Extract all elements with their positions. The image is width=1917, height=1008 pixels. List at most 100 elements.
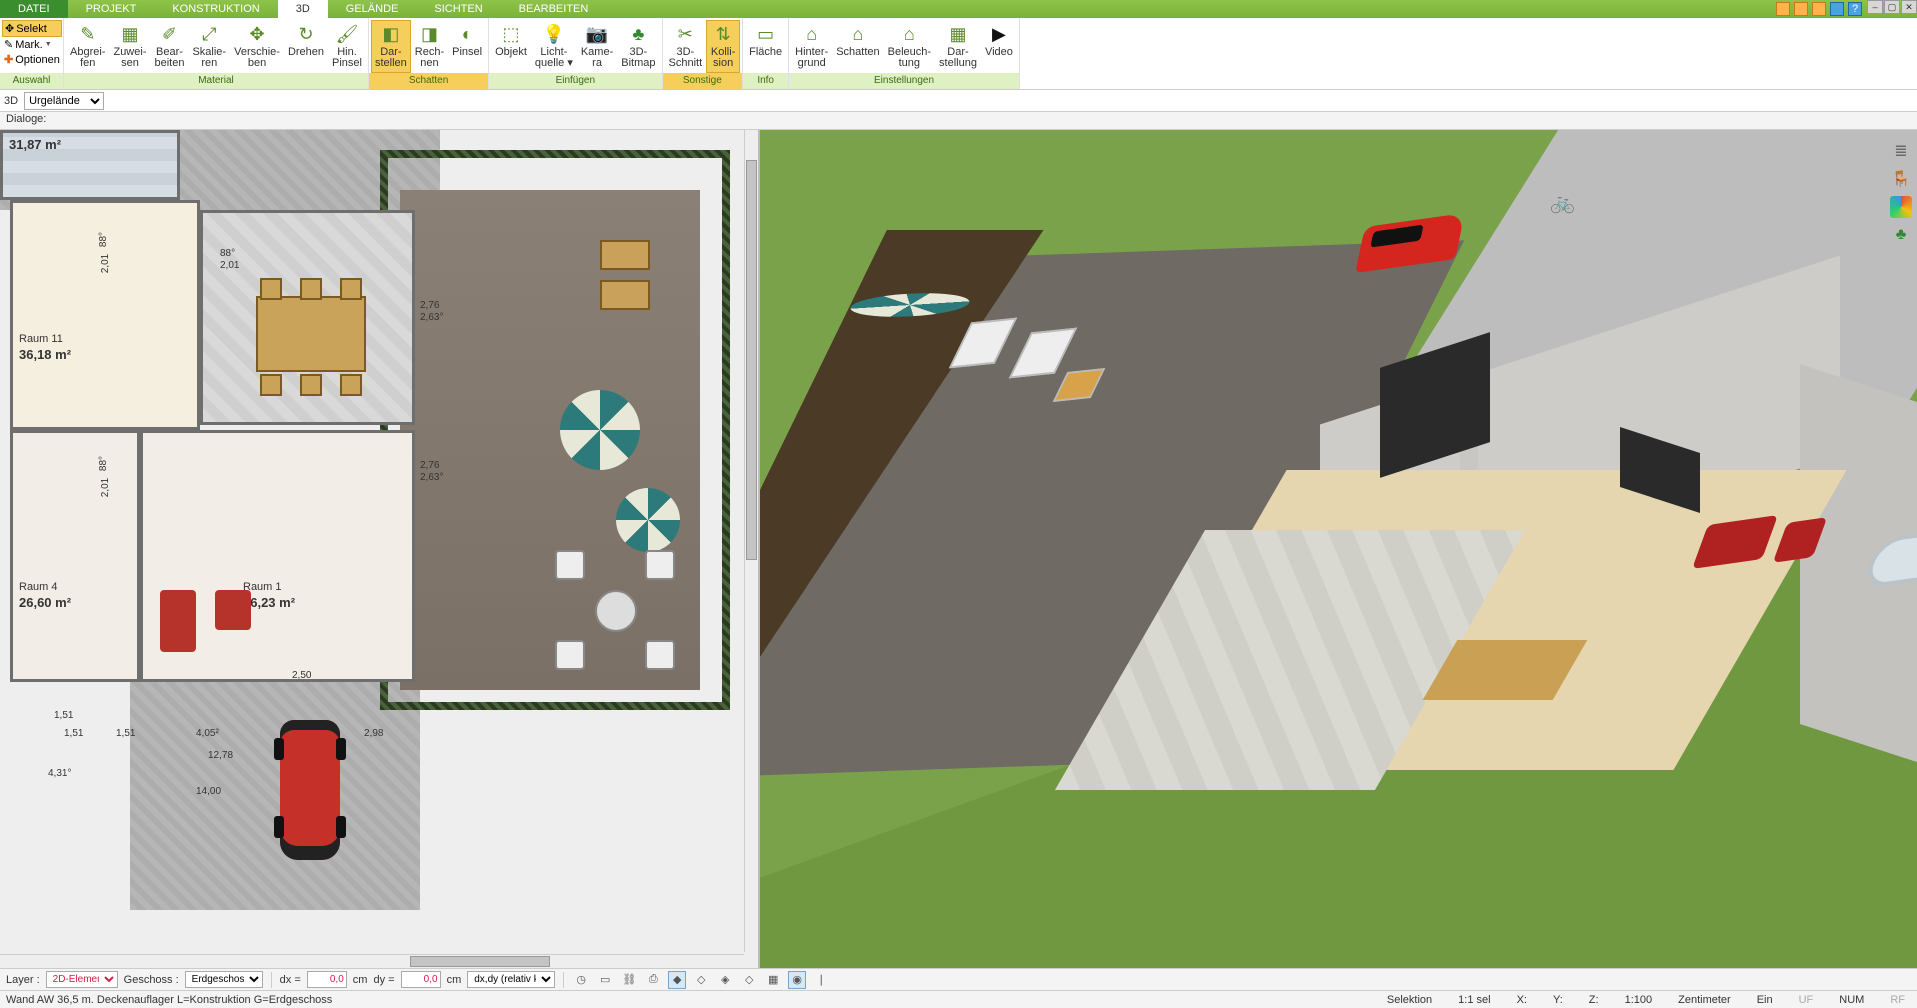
quick-icon-1[interactable] — [1776, 2, 1790, 16]
room-4[interactable]: Raum 4 26,60 m² — [10, 430, 140, 682]
einst-beleuchtung-button[interactable]: ⌂ Beleuch-tung — [884, 20, 935, 73]
grid-icon[interactable]: ▦ — [764, 971, 782, 989]
dim-label: 1,51 — [64, 728, 83, 739]
einst-schatten-button[interactable]: ⌂ Schatten — [832, 20, 883, 73]
dining-chair-2d[interactable] — [340, 374, 362, 396]
material-hinpinsel-button[interactable]: 🖌 Hin.Pinsel — [328, 20, 366, 73]
dining-chair-2d[interactable] — [300, 278, 322, 300]
screen-icon[interactable]: ▭ — [596, 971, 614, 989]
furniture-icon[interactable]: 🪑 — [1890, 168, 1912, 190]
main-menu-tabs: DATEI PROJEKT KONSTRUKTION 3D GELÄNDE SI… — [0, 0, 1917, 18]
armchair-2d[interactable] — [215, 590, 251, 630]
snap-b-icon[interactable]: ◇ — [692, 971, 710, 989]
snap-d-icon[interactable]: ◇ — [740, 971, 758, 989]
maximize-button[interactable]: ▢ — [1884, 0, 1900, 14]
material-zuweisen-button[interactable]: ▦ Zuwei-sen — [109, 20, 150, 73]
status-left-text: Wand AW 36,5 m. Deckenauflager L=Konstru… — [6, 994, 332, 1006]
patio-set-2d[interactable] — [555, 550, 675, 670]
move-icon: ✥ — [245, 22, 269, 46]
quick-icon-3[interactable] — [1812, 2, 1826, 16]
help-icon[interactable]: ? — [1848, 2, 1862, 16]
coord-mode-dropdown[interactable]: dx,dy (relativ ka — [467, 971, 555, 988]
tree-panel-icon[interactable]: ♣ — [1890, 224, 1912, 246]
dy-input[interactable] — [401, 971, 441, 988]
car-2d[interactable] — [280, 720, 340, 860]
tab-konstruktion[interactable]: KONSTRUKTION — [154, 0, 277, 18]
layer-select[interactable]: Urgelände — [24, 92, 104, 110]
snap-a-icon[interactable]: ◆ — [668, 971, 686, 989]
tab-bearbeiten[interactable]: BEARBEITEN — [501, 0, 607, 18]
tab-3d[interactable]: 3D — [278, 0, 328, 18]
link-icon[interactable]: ⛓ — [620, 971, 638, 989]
quick-icon-2[interactable] — [1794, 2, 1808, 16]
lightbulb-icon: 💡 — [542, 22, 566, 46]
einfuegen-3dbitmap-button[interactable]: ♣ 3D-Bitmap — [617, 20, 659, 73]
einfuegen-kamera-button[interactable]: 📷 Kame-ra — [577, 20, 617, 73]
material-bearbeiten-button[interactable]: ✐ Bear-beiten — [150, 20, 188, 73]
quick-icon-4[interactable] — [1830, 2, 1844, 16]
einst-video-button[interactable]: ▶ Video — [981, 20, 1017, 73]
material-drehen-button[interactable]: ↻ Drehen — [284, 20, 328, 73]
room-top[interactable]: 31,87 m² — [0, 130, 180, 200]
tab-gelaende[interactable]: GELÄNDE — [328, 0, 417, 18]
schatten-pinsel-button[interactable]: ◐ Pinsel — [448, 20, 486, 73]
print-icon[interactable]: ⎙ — [644, 971, 662, 989]
background-icon: ⌂ — [800, 22, 824, 46]
group-einstellungen-label: Einstellungen — [789, 73, 1019, 89]
selekt-toggle[interactable]: ✥ Selekt — [2, 20, 62, 37]
2d-scrollbar-vertical[interactable] — [744, 130, 758, 952]
area-icon: ▭ — [754, 22, 778, 46]
material-skalieren-button[interactable]: ⤢ Skalie-ren — [188, 20, 230, 73]
schatten-darstellen-button[interactable]: ◧ Dar-stellen — [371, 20, 411, 73]
sonstige-3dschnitt-button[interactable]: ✂ 3D-Schnitt — [665, 20, 707, 73]
material-verschieben-button[interactable]: ✥ Verschie-ben — [230, 20, 284, 73]
minimize-button[interactable]: – — [1867, 0, 1883, 14]
2d-plan-view[interactable]: 31,87 m² Raum 11 36,18 m² Raum 3 45,42 m… — [0, 130, 760, 968]
room-top-area: 31,87 m² — [9, 137, 61, 152]
status-sel-ratio: 1:1 sel — [1452, 994, 1496, 1006]
dining-chair-2d[interactable] — [300, 374, 322, 396]
tab-sichten[interactable]: SICHTEN — [416, 0, 500, 18]
sofa-2d[interactable] — [160, 590, 196, 652]
dx-input[interactable] — [307, 971, 347, 988]
layer-dropdown[interactable]: 2D-Elemen — [46, 971, 118, 988]
optionen-button[interactable]: ✚ Optionen — [2, 52, 62, 67]
brush-icon: 🖌 — [335, 22, 359, 46]
umbrella-1-2d[interactable] — [560, 390, 640, 470]
bench-1-2d[interactable] — [600, 240, 650, 270]
status-x: X: — [1511, 994, 1533, 1006]
dining-table-2d[interactable] — [256, 296, 366, 372]
tab-projekt[interactable]: PROJEKT — [68, 0, 155, 18]
mark-dropdown[interactable]: ✎ Mark. ▼ — [2, 37, 62, 52]
tab-datei[interactable]: DATEI — [0, 0, 68, 18]
snap-c-icon[interactable]: ◈ — [716, 971, 734, 989]
house-3d[interactable] — [1080, 270, 1840, 830]
bench-2-2d[interactable] — [600, 280, 650, 310]
einst-darstellung-button[interactable]: ▦ Dar-stellung — [935, 20, 981, 73]
lighting-icon: ⌂ — [897, 22, 921, 46]
geschoss-dropdown[interactable]: Erdgeschos — [185, 971, 263, 988]
dim-label: 88° — [98, 456, 109, 471]
info-flaeche-button[interactable]: ▭ Fläche — [745, 20, 786, 73]
sonstige-kollision-button[interactable]: ⇅ Kolli-sion — [706, 20, 740, 73]
dining-chair-2d[interactable] — [260, 278, 282, 300]
dining-chair-2d[interactable] — [340, 278, 362, 300]
umbrella-2-2d[interactable] — [616, 488, 680, 552]
layers-icon[interactable]: ≣ — [1890, 140, 1912, 162]
info-bar-icon[interactable]: ❘ — [812, 971, 830, 989]
2d-scrollbar-horizontal[interactable] — [0, 954, 744, 968]
material-abgreifen-button[interactable]: ✎ Abgrei-fen — [66, 20, 109, 73]
palette-icon[interactable] — [1890, 196, 1912, 218]
einst-hintergrund-button[interactable]: ⌂ Hinter-grund — [791, 20, 832, 73]
scrollbar-thumb[interactable] — [746, 160, 757, 560]
close-button[interactable]: ✕ — [1901, 0, 1917, 14]
einfuegen-objekt-button[interactable]: ⬚ Objekt — [491, 20, 531, 73]
schatten-rechnen-button[interactable]: ◨ Rech-nen — [411, 20, 448, 73]
snap-e-icon[interactable]: ◉ — [788, 971, 806, 989]
bicycle-3d[interactable]: 🚲 — [1550, 190, 1575, 215]
clock-icon[interactable]: ◷ — [572, 971, 590, 989]
dining-chair-2d[interactable] — [260, 374, 282, 396]
scrollbar-thumb[interactable] — [410, 956, 550, 967]
3d-view[interactable]: 🚲 ≣ 🪑 ♣ — [760, 130, 1917, 968]
einfuegen-lichtquelle-button[interactable]: 💡 Licht-quelle ▾ — [531, 20, 577, 73]
